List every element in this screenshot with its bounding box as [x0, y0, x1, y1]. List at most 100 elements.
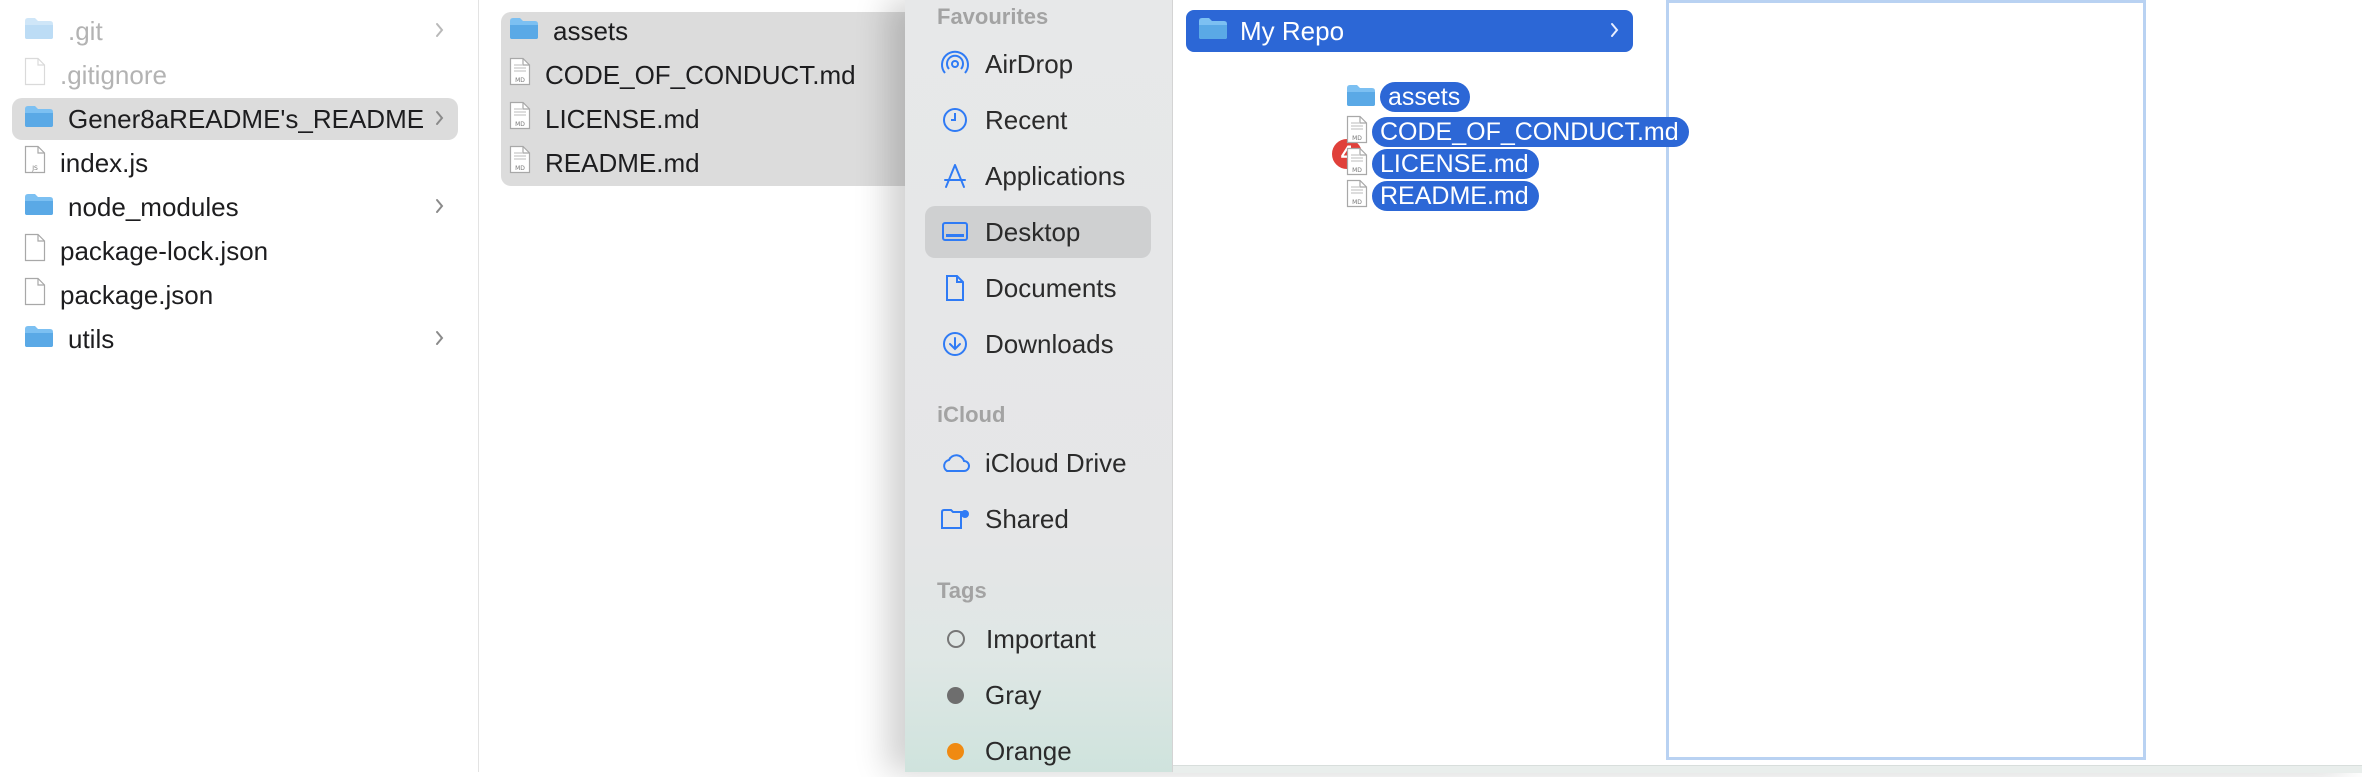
folder-row[interactable]: assets [509, 10, 889, 52]
folder-icon [24, 192, 54, 223]
chevron-right-icon [434, 195, 446, 217]
sidebar-item-shared[interactable]: Shared [925, 493, 1151, 545]
folder-icon [509, 16, 539, 47]
tag-color-dot [947, 742, 964, 760]
svg-text:JS: JS [31, 165, 38, 172]
sidebar-item-label: Desktop [985, 216, 1081, 247]
sidebar-item-label: Documents [985, 272, 1117, 303]
file-row[interactable]: package-lock.json [12, 230, 458, 272]
tag-color-dot [947, 630, 965, 648]
tag-important[interactable]: Important [925, 613, 1151, 665]
file-name: node_modules [68, 191, 239, 222]
markdown-file-icon: MD [509, 101, 531, 137]
favourites-section-label: Favourites [937, 4, 1049, 29]
tags-section-label: Tags [937, 578, 987, 603]
file-row[interactable]: MD CODE_OF_CONDUCT.md [509, 54, 889, 96]
file-name: index.js [60, 147, 149, 178]
file-row[interactable]: MD README.md [509, 142, 889, 184]
chevron-right-icon [434, 107, 446, 129]
finder-window-background: .git .gitignore Gener8aREADME's_README JS in… [0, 0, 911, 772]
drag-item: MD CODE_OF_CONDUCT.md [1346, 115, 1689, 149]
drop-target-column[interactable] [1666, 0, 2146, 760]
finder-column-2[interactable]: assets MD CODE_OF_CONDUCT.md MD LICENSE.md MD… [479, 0, 905, 772]
tag-gray[interactable]: Gray [925, 669, 1151, 721]
markdown-file-icon: MD [1346, 115, 1368, 149]
folder-icon [24, 16, 54, 47]
sidebar-item-applications[interactable]: Applications [925, 150, 1151, 202]
sidebar-item-recent[interactable]: Recent [925, 94, 1151, 146]
file-name: package-lock.json [60, 235, 269, 266]
clock-icon [939, 104, 971, 136]
markdown-file-icon: MD [1346, 147, 1368, 181]
file-name: package.json [60, 279, 214, 310]
finder-column-1[interactable]: .git .gitignore Gener8aREADME's_README JS in… [0, 0, 479, 772]
document-icon: JS [24, 145, 46, 181]
folder-row[interactable]: .git [12, 10, 458, 52]
sidebar-item-downloads[interactable]: Downloads [925, 318, 1151, 370]
svg-text:MD: MD [1352, 167, 1362, 174]
file-row[interactable]: .gitignore [12, 54, 458, 96]
markdown-file-icon: MD [509, 145, 531, 181]
applications-icon [939, 160, 971, 192]
tag-orange[interactable]: Orange [925, 725, 1151, 777]
tag-color-dot [947, 686, 964, 704]
desktop-icon [939, 216, 971, 248]
folder-row[interactable]: node_modules [12, 186, 458, 228]
download-icon [939, 328, 971, 360]
folder-row-my-repo[interactable]: My Repo [1186, 10, 1633, 52]
svg-text:MD: MD [515, 165, 525, 172]
drag-item-label: CODE_OF_CONDUCT.md [1372, 117, 1689, 147]
tag-label: Gray [985, 679, 1042, 710]
sidebar-item-airdrop[interactable]: AirDrop [925, 38, 1151, 90]
document-icon [24, 57, 46, 93]
cloud-icon [939, 447, 971, 479]
sidebar-item-label: Applications [985, 160, 1126, 191]
folder-icon [1198, 16, 1228, 47]
sidebar-item-desktop[interactable]: Desktop [925, 206, 1151, 258]
folder-icon [1346, 83, 1376, 112]
document-icon [939, 272, 971, 304]
sidebar-item-label: Downloads [985, 328, 1114, 359]
drag-item-label: LICENSE.md [1372, 149, 1539, 179]
folder-row[interactable]: Gener8aREADME's_README [12, 98, 458, 140]
tag-label: Orange [985, 735, 1072, 766]
svg-text:MD: MD [515, 77, 525, 84]
document-icon [24, 277, 46, 313]
icloud-section-label: iCloud [937, 402, 1006, 427]
sidebar-item-documents[interactable]: Documents [925, 262, 1151, 314]
file-row[interactable]: package.json [12, 274, 458, 316]
drag-preview: 4 assetsMDCODE_OF_CONDUCT.mdMDLICENSE.md… [1330, 82, 1689, 348]
drag-item: MD LICENSE.md [1346, 147, 1539, 181]
drag-item: assets [1346, 82, 1471, 112]
sidebar-item-label: iCloud Drive [985, 447, 1127, 478]
folder-icon [24, 104, 54, 135]
folder-row[interactable]: utils [12, 318, 458, 360]
drag-item-label: assets [1380, 82, 1471, 112]
file-name: Gener8aREADME's_README [68, 103, 425, 134]
markdown-file-icon: MD [1346, 179, 1368, 213]
folder-icon [24, 324, 54, 355]
sidebar-item-icloud-drive[interactable]: iCloud Drive [925, 437, 1151, 489]
chevron-right-icon [434, 327, 446, 349]
chevron-right-icon [1609, 19, 1621, 41]
dialog-sidebar: Favourites AirDrop Recent Applications Desk… [905, 0, 1173, 772]
sidebar-item-label: Shared [985, 503, 1069, 534]
folder-name: My Repo [1240, 15, 1345, 46]
file-name: LICENSE.md [545, 103, 700, 134]
svg-text:MD: MD [1352, 135, 1362, 142]
svg-text:MD: MD [1352, 199, 1362, 206]
file-name: .git [68, 15, 103, 46]
chevron-right-icon [434, 19, 446, 41]
file-row[interactable]: JS index.js [12, 142, 458, 184]
sidebar-item-label: Recent [985, 104, 1068, 135]
sidebar-item-label: AirDrop [985, 48, 1074, 79]
file-name: .gitignore [60, 59, 167, 90]
shared-folder-icon [939, 503, 971, 535]
file-name: assets [553, 15, 629, 46]
drag-item: MD README.md [1346, 179, 1539, 213]
file-row[interactable]: MD LICENSE.md [509, 98, 889, 140]
markdown-file-icon: MD [509, 57, 531, 93]
file-name: CODE_OF_CONDUCT.md [545, 59, 856, 90]
file-name: README.md [545, 147, 700, 178]
file-name: utils [68, 323, 115, 354]
